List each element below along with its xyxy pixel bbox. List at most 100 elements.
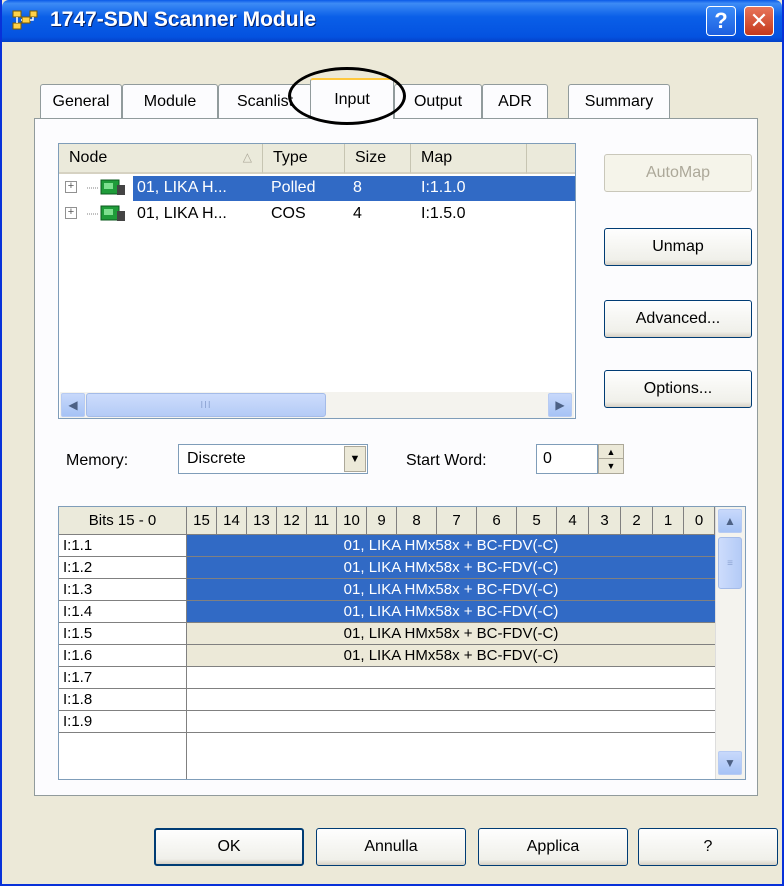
word-address: I:1.8 xyxy=(59,689,187,711)
empty-cell[interactable] xyxy=(187,711,715,733)
question-icon: ? xyxy=(714,8,728,33)
options-button[interactable]: Options... xyxy=(604,370,752,408)
button-label: Unmap xyxy=(652,238,704,255)
button-label: Options... xyxy=(643,380,713,397)
device-node-icon xyxy=(87,205,125,221)
column-header-size[interactable]: Size xyxy=(345,144,411,174)
horizontal-scrollbar[interactable]: ◀ III ▶ xyxy=(60,392,574,418)
start-word-spinner[interactable]: ▲ ▼ xyxy=(598,444,624,474)
button-label: ? xyxy=(703,838,713,855)
table-row[interactable]: I:1.2 01, LIKA HMx58x + BC-FDV(-C) xyxy=(59,557,715,579)
spin-up-icon[interactable]: ▲ xyxy=(599,445,623,459)
cancel-button[interactable]: Annulla xyxy=(316,828,466,866)
tab-label: Module xyxy=(143,92,197,110)
list-item[interactable]: + 01, LIKA H... COS 4 I:1.5.0 xyxy=(59,202,575,227)
scroll-down-button[interactable]: ▼ xyxy=(718,751,742,775)
chevron-right-icon: ▶ xyxy=(555,398,565,412)
mapped-device-cell[interactable]: 01, LIKA HMx58x + BC-FDV(-C) xyxy=(187,557,715,579)
button-label: OK xyxy=(217,838,241,855)
bit-header: 11 xyxy=(307,507,337,535)
column-label: Node xyxy=(69,149,108,166)
empty-cell[interactable] xyxy=(187,689,715,711)
dialog-window: 1747-SDN Scanner Module ? ✕ General Modu… xyxy=(0,0,784,886)
apply-button[interactable]: Applica xyxy=(478,828,628,866)
button-label: Applica xyxy=(526,838,580,855)
table-row[interactable]: I:1.8 xyxy=(59,689,715,711)
sort-ascending-icon: △ xyxy=(242,150,252,164)
filler xyxy=(59,733,187,779)
ok-button[interactable]: OK xyxy=(154,828,304,866)
close-button[interactable]: ✕ xyxy=(744,6,774,36)
table-row[interactable]: I:1.5 01, LIKA HMx58x + BC-FDV(-C) xyxy=(59,623,715,645)
cell-map: I:1.1.0 xyxy=(421,179,466,196)
help-title-button[interactable]: ? xyxy=(706,6,736,36)
list-item[interactable]: + 01, LIKA H... Polled 8 I:1.1.0 xyxy=(59,176,575,201)
dropdown-arrow-icon[interactable]: ▼ xyxy=(344,446,366,472)
table-row[interactable]: I:1.6 01, LIKA HMx58x + BC-FDV(-C) xyxy=(59,645,715,667)
column-label: Size xyxy=(355,149,387,166)
tab-label: Summary xyxy=(584,92,654,110)
tab-general[interactable]: General xyxy=(40,84,122,118)
grip-icon: III xyxy=(200,399,212,411)
scroll-thumb[interactable]: ≡ xyxy=(718,537,742,589)
word-address: I:1.7 xyxy=(59,667,187,689)
bits-header: Bits 15 - 0 xyxy=(59,507,187,535)
table-row[interactable]: I:1.1 01, LIKA HMx58x + BC-FDV(-C) xyxy=(59,535,715,557)
bit-header: 7 xyxy=(437,507,477,535)
memory-label: Memory: xyxy=(66,452,129,469)
column-header-node[interactable]: Node △ xyxy=(59,144,263,174)
column-header-type[interactable]: Type xyxy=(263,144,345,174)
bit-map-grid[interactable]: Bits 15 - 0 15 14 13 12 11 10 9 8 7 6 5 … xyxy=(58,506,746,780)
word-address: I:1.1 xyxy=(59,535,187,557)
button-label: Advanced... xyxy=(635,310,721,327)
start-word-input[interactable]: 0 xyxy=(536,444,598,474)
tab-scanlist[interactable]: Scanlist xyxy=(218,84,312,118)
help-button[interactable]: ? xyxy=(638,828,778,866)
word-address: I:1.6 xyxy=(59,645,187,667)
node-list-header: Node △ Type Size Map xyxy=(59,144,575,174)
expand-icon[interactable]: + xyxy=(65,207,77,219)
mapped-device-cell[interactable]: 01, LIKA HMx58x + BC-FDV(-C) xyxy=(187,645,715,667)
table-row[interactable]: I:1.7 xyxy=(59,667,715,689)
mapped-device-cell[interactable]: 01, LIKA HMx58x + BC-FDV(-C) xyxy=(187,623,715,645)
tab-output[interactable]: Output xyxy=(394,84,482,118)
tab-module[interactable]: Module xyxy=(122,84,218,118)
empty-cell[interactable] xyxy=(187,667,715,689)
tab-summary[interactable]: Summary xyxy=(568,84,670,118)
bit-header: 10 xyxy=(337,507,367,535)
table-row[interactable]: I:1.4 01, LIKA HMx58x + BC-FDV(-C) xyxy=(59,601,715,623)
node-list[interactable]: Node △ Type Size Map + 01, LIKA H... Pol… xyxy=(58,143,576,419)
table-row[interactable]: I:1.3 01, LIKA HMx58x + BC-FDV(-C) xyxy=(59,579,715,601)
table-row[interactable]: I:1.9 xyxy=(59,711,715,733)
bit-header: 4 xyxy=(557,507,589,535)
spin-down-icon[interactable]: ▼ xyxy=(599,459,623,473)
unmap-button[interactable]: Unmap xyxy=(604,228,752,266)
scroll-up-button[interactable]: ▲ xyxy=(718,509,742,533)
chevron-down-icon: ▼ xyxy=(724,756,736,770)
device-node-icon xyxy=(87,179,125,195)
column-header-map[interactable]: Map xyxy=(411,144,527,174)
column-label: Map xyxy=(421,149,453,166)
tab-input[interactable]: Input xyxy=(310,78,394,119)
expand-icon[interactable]: + xyxy=(65,181,77,193)
mapped-device-cell[interactable]: 01, LIKA HMx58x + BC-FDV(-C) xyxy=(187,579,715,601)
scroll-right-button[interactable]: ▶ xyxy=(548,393,572,417)
bit-header: 9 xyxy=(367,507,397,535)
scroll-thumb[interactable]: III xyxy=(86,393,326,417)
tab-label: ADR xyxy=(498,92,532,110)
memory-select[interactable]: Discrete ▼ xyxy=(178,444,368,474)
tab-adr[interactable]: ADR xyxy=(482,84,548,118)
scroll-left-button[interactable]: ◀ xyxy=(61,393,85,417)
advanced-button[interactable]: Advanced... xyxy=(604,300,752,338)
word-address: I:1.5 xyxy=(59,623,187,645)
title-bar[interactable]: 1747-SDN Scanner Module ? ✕ xyxy=(2,0,782,42)
mapped-device-cell[interactable]: 01, LIKA HMx58x + BC-FDV(-C) xyxy=(187,601,715,623)
bit-grid-header: Bits 15 - 0 15 14 13 12 11 10 9 8 7 6 5 … xyxy=(59,507,715,535)
mapped-device-cell[interactable]: 01, LIKA HMx58x + BC-FDV(-C) xyxy=(187,535,715,557)
vertical-scrollbar[interactable]: ▲ ≡ ▼ xyxy=(715,507,745,779)
window-title: 1747-SDN Scanner Module xyxy=(50,8,317,31)
bit-header: 6 xyxy=(477,507,517,535)
automap-button[interactable]: AutoMap xyxy=(604,154,752,192)
bit-header: 12 xyxy=(277,507,307,535)
grip-icon: ≡ xyxy=(727,557,733,569)
